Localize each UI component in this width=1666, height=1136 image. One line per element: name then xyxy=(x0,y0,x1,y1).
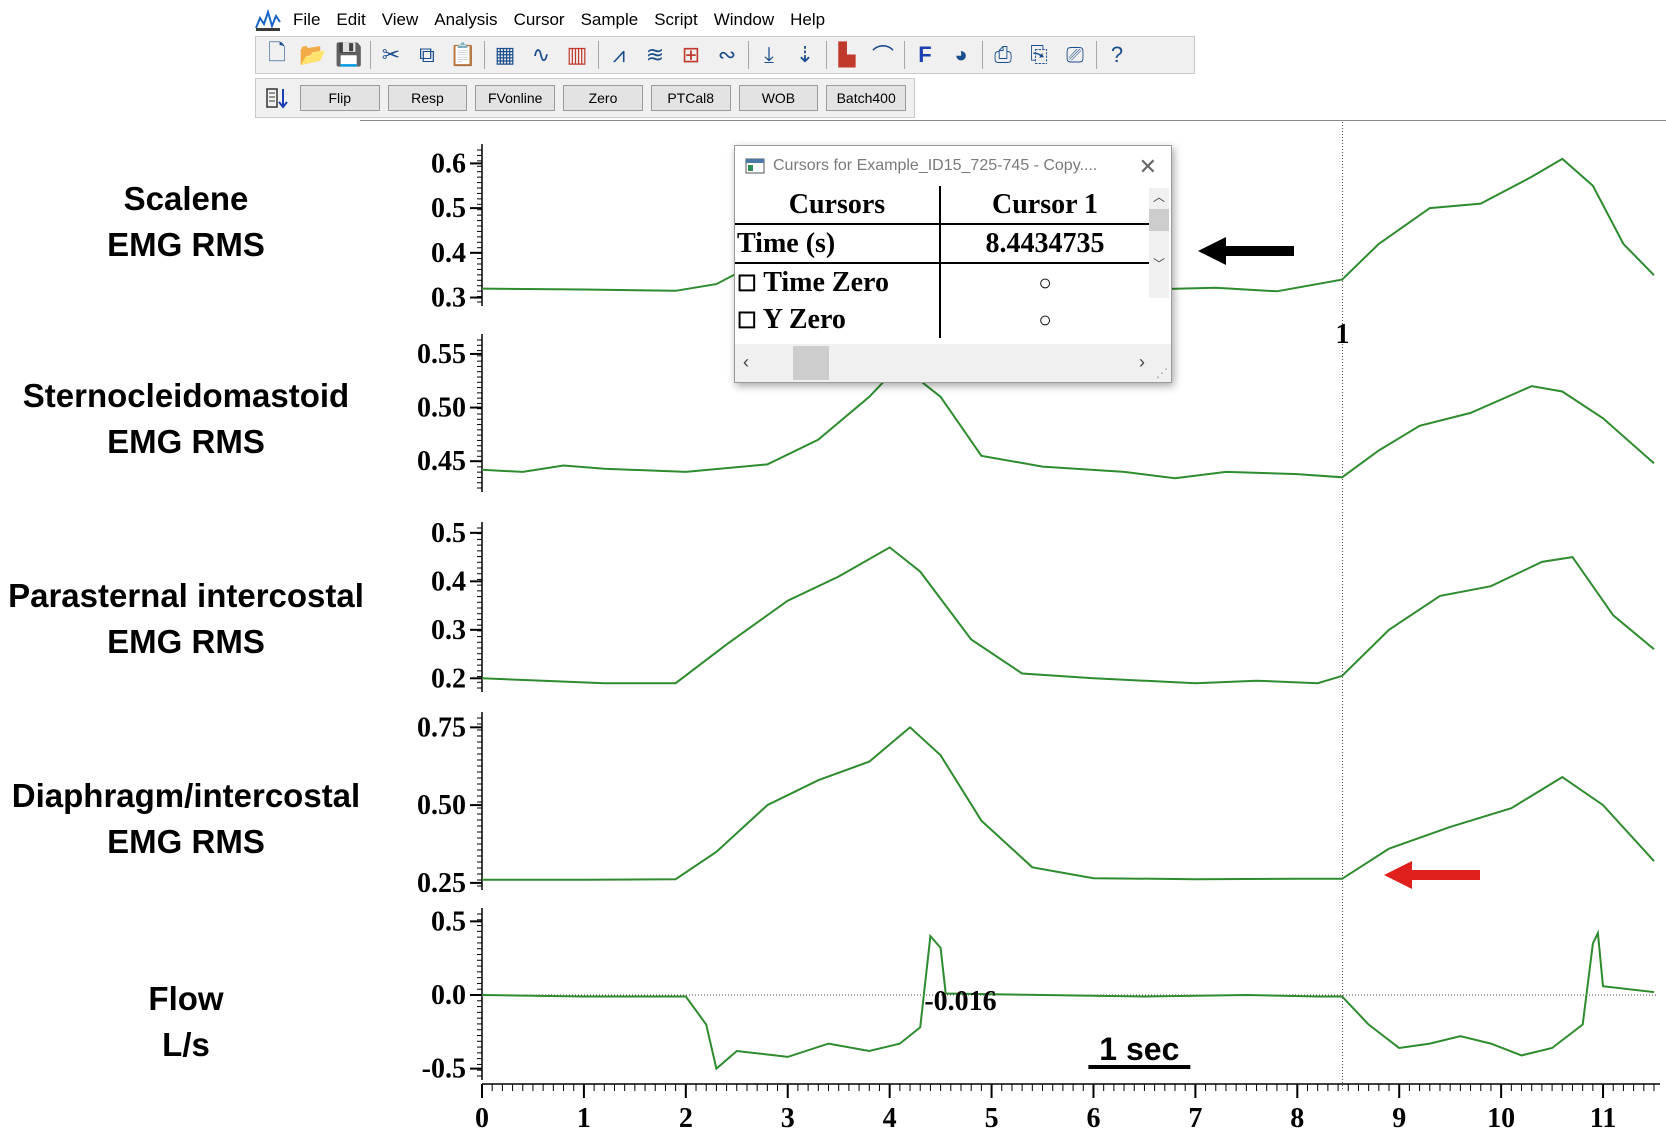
y-tick-label: 0.3 xyxy=(431,283,466,314)
scale-bar-label: 1 sec xyxy=(1099,1031,1179,1067)
x-tick-label: 8 xyxy=(1290,1103,1304,1134)
y-tick-label: 0.55 xyxy=(417,339,466,370)
x-tick-label: 4 xyxy=(883,1103,897,1134)
y-tick-label: 0.0 xyxy=(431,980,466,1011)
close-icon[interactable]: ✕ xyxy=(1139,154,1157,180)
time-label: Time (s) xyxy=(735,224,941,263)
table-row-time-zero: ☐ Time Zero ○ xyxy=(735,263,1149,301)
dialog-title: Cursors for Example_ID15_725-745 - Copy.… xyxy=(773,157,1098,174)
x-tick-label: 3 xyxy=(781,1103,795,1134)
y-tick-label: 0.4 xyxy=(431,238,466,269)
y-zero-checkbox[interactable]: ☐ xyxy=(737,308,757,333)
header-cursor-1: Cursor 1 xyxy=(991,188,1099,220)
table-row-time: Time (s) 8.4434735 xyxy=(735,224,1149,263)
time-zero-radio[interactable]: ○ xyxy=(940,263,1149,301)
cursor-label: 1 xyxy=(1336,319,1350,350)
time-value[interactable]: 8.4434735 xyxy=(940,224,1149,263)
red-arrow-icon xyxy=(1384,861,1480,889)
y-tick-label: 0.50 xyxy=(417,393,466,424)
trace-2 xyxy=(481,546,1655,685)
scroll-up-icon[interactable]: ︿ xyxy=(1149,188,1169,205)
window-icon xyxy=(745,158,765,174)
time-zero-checkbox[interactable]: ☐ xyxy=(737,271,757,296)
y-tick-label: 0.2 xyxy=(431,663,466,694)
scroll-right-icon[interactable]: › xyxy=(1139,352,1145,373)
x-tick-label: 1 xyxy=(577,1103,591,1134)
table-header-row: Cursors Cursor 1 xyxy=(735,186,1149,224)
scroll-left-icon[interactable]: ‹ xyxy=(743,352,749,373)
cursor-table: Cursors Cursor 1 Time (s) 8.4434735 ☐ Ti… xyxy=(735,186,1149,338)
resize-grip-icon[interactable]: ⋰ xyxy=(1156,366,1168,380)
x-tick-label: 11 xyxy=(1590,1103,1616,1134)
time-zero-label: Time Zero xyxy=(763,266,889,298)
y-tick-label: 0.5 xyxy=(431,193,466,224)
x-tick-label: 2 xyxy=(679,1103,693,1134)
vertical-scrollbar[interactable]: ︿ ﹀ xyxy=(1149,188,1169,298)
y-tick-label: 0.75 xyxy=(417,712,466,743)
flow-value-label: -0.016 xyxy=(924,986,996,1017)
black-arrow-icon xyxy=(1198,237,1294,265)
trace-4 xyxy=(481,929,1655,1071)
x-tick-label: 7 xyxy=(1188,1103,1202,1134)
x-tick-label: 0 xyxy=(475,1103,489,1134)
header-cursors: Cursors xyxy=(735,186,941,224)
x-tick-label: 6 xyxy=(1086,1103,1100,1134)
table-row-y-zero: ☐ Y Zero ○ xyxy=(735,301,1149,338)
horizontal-scrollbar[interactable]: ‹ › ⋰ xyxy=(735,344,1171,382)
y-tick-label: 0.25 xyxy=(417,868,466,899)
y-tick-label: 0.6 xyxy=(431,148,466,179)
x-tick-label: 5 xyxy=(985,1103,999,1134)
y-tick-label: 0.3 xyxy=(431,615,466,646)
scroll-down-icon[interactable]: ﹀ xyxy=(1149,255,1169,272)
y-tick-label: 0.4 xyxy=(431,566,466,597)
x-tick-label: 10 xyxy=(1487,1103,1515,1134)
dialog-titlebar[interactable]: Cursors for Example_ID15_725-745 - Copy.… xyxy=(735,146,1171,186)
scroll-thumb[interactable] xyxy=(1149,209,1169,231)
y-tick-label: 0.45 xyxy=(417,446,466,477)
y-zero-radio[interactable]: ○ xyxy=(940,301,1149,338)
y-zero-label: Y Zero xyxy=(762,303,846,335)
y-tick-label: 0.5 xyxy=(431,518,466,549)
y-tick-label: 0.50 xyxy=(417,790,466,821)
cursors-dialog[interactable]: Cursors for Example_ID15_725-745 - Copy.… xyxy=(734,145,1172,383)
y-tick-label: -0.5 xyxy=(422,1054,466,1085)
y-tick-label: 0.5 xyxy=(431,906,466,937)
h-scroll-thumb[interactable] xyxy=(793,346,829,380)
x-tick-label: 9 xyxy=(1392,1103,1406,1134)
